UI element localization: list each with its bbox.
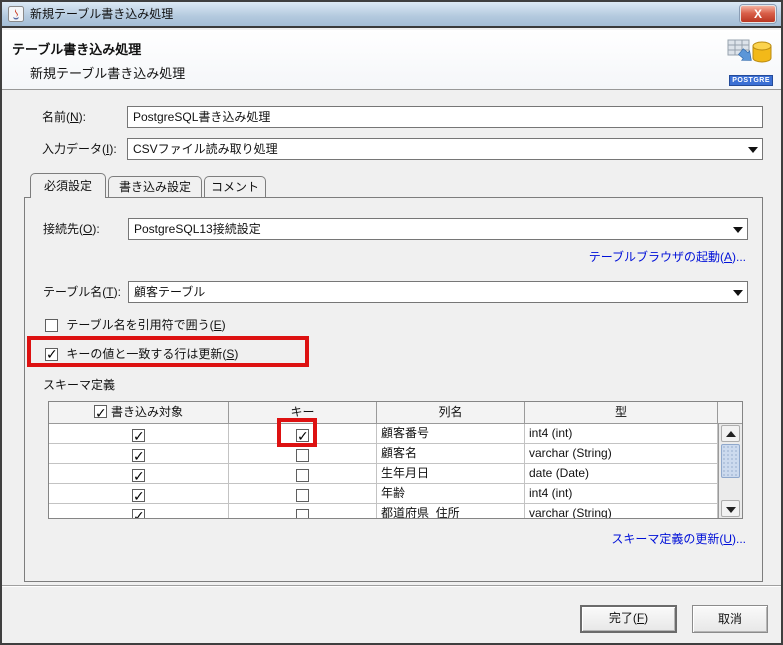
java-app-icon xyxy=(8,6,24,22)
header-banner: テーブル書き込み処理 新規テーブル書き込み処理 POSTGRE xyxy=(2,30,781,90)
key-update-label: キーの値と一致する行は更新(S) xyxy=(66,347,238,361)
column-name-cell[interactable]: 都道府県_住所 xyxy=(377,504,525,519)
tab-required-settings[interactable]: 必須設定 xyxy=(30,173,106,198)
write-checkbox[interactable] xyxy=(132,429,145,442)
cancel-button[interactable]: 取消 xyxy=(692,605,768,633)
name-label: 名前(N): xyxy=(42,106,86,128)
key-checkbox-cell[interactable] xyxy=(229,484,377,503)
table-row[interactable]: 顧客番号int4 (int) xyxy=(49,424,718,444)
scroll-down-arrow-icon xyxy=(726,507,736,513)
write-checkbox[interactable] xyxy=(132,509,145,519)
type-header[interactable]: 型 xyxy=(525,402,718,423)
dropdown-arrow-icon[interactable] xyxy=(748,147,758,153)
column-name-header[interactable]: 列名 xyxy=(377,402,525,423)
window-title: 新規テーブル書き込み処理 xyxy=(30,2,173,26)
table-row[interactable]: 都道府県_住所varchar (String) xyxy=(49,504,718,519)
scrollbar-thumb[interactable] xyxy=(721,444,740,478)
schema-table-body: 顧客番号int4 (int)顧客名varchar (String)生年月日dat… xyxy=(49,424,742,519)
table-row[interactable]: 年齢int4 (int) xyxy=(49,484,718,504)
key-update-checkbox[interactable] xyxy=(45,348,58,361)
key-header[interactable]: キー xyxy=(229,402,377,423)
postgre-logo-label: POSTGRE xyxy=(729,75,773,86)
write-checkbox-cell[interactable] xyxy=(49,504,229,519)
key-checkbox[interactable] xyxy=(296,429,309,442)
table-row[interactable]: 生年月日date (Date) xyxy=(49,464,718,484)
column-name-cell[interactable]: 年齢 xyxy=(377,484,525,503)
dialog-window: 新規テーブル書き込み処理 X テーブル書き込み処理 新規テーブル書き込み処理 P… xyxy=(0,0,783,645)
name-input[interactable]: PostgreSQL書き込み処理 xyxy=(127,106,763,128)
scroll-up-arrow-icon xyxy=(726,431,736,437)
close-button[interactable]: X xyxy=(740,5,776,23)
quote-table-name-checkbox[interactable] xyxy=(45,319,58,332)
dropdown-arrow-icon[interactable] xyxy=(733,290,743,296)
tab-comment[interactable]: コメント xyxy=(204,176,266,198)
dropdown-arrow-icon[interactable] xyxy=(733,227,743,233)
input-data-combobox[interactable]: CSVファイル読み取り処理 xyxy=(127,138,763,160)
key-checkbox[interactable] xyxy=(296,489,309,502)
write-all-checkbox[interactable] xyxy=(94,405,107,418)
tab-write-settings[interactable]: 書き込み設定 xyxy=(108,176,202,198)
key-checkbox[interactable] xyxy=(296,469,309,482)
column-name-cell[interactable]: 生年月日 xyxy=(377,464,525,483)
connection-label: 接続先(O): xyxy=(43,218,100,240)
column-name-cell[interactable]: 顧客名 xyxy=(377,444,525,463)
write-checkbox-cell[interactable] xyxy=(49,484,229,503)
column-type-cell[interactable]: int4 (int) xyxy=(525,484,718,503)
close-icon: X xyxy=(754,7,762,21)
key-checkbox-cell[interactable] xyxy=(229,424,377,443)
scroll-down-button[interactable] xyxy=(721,500,740,517)
vertical-scrollbar[interactable] xyxy=(718,424,742,518)
titlebar[interactable]: 新規テーブル書き込み処理 X xyxy=(2,2,781,28)
column-type-cell[interactable]: varchar (String) xyxy=(525,504,718,519)
footer-separator xyxy=(2,585,783,587)
finish-button[interactable]: 完了(F) xyxy=(580,605,677,633)
column-type-cell[interactable]: varchar (String) xyxy=(525,444,718,463)
key-checkbox-cell[interactable] xyxy=(229,444,377,463)
key-checkbox[interactable] xyxy=(296,449,309,462)
schema-table: 書き込み対象 キー 列名 型 顧客番号int4 (int)顧客名varchar … xyxy=(48,401,743,519)
quote-table-name-row: テーブル名を引用符で囲う(E) xyxy=(45,316,226,333)
key-checkbox[interactable] xyxy=(296,509,309,519)
write-checkbox[interactable] xyxy=(132,489,145,502)
table-row[interactable]: 顧客名varchar (String) xyxy=(49,444,718,464)
write-checkbox[interactable] xyxy=(132,449,145,462)
key-update-row: キーの値と一致する行は更新(S) xyxy=(45,345,238,362)
header-filler xyxy=(718,402,742,423)
schema-table-header: 書き込み対象 キー 列名 型 xyxy=(49,402,742,424)
page-subtitle: 新規テーブル書き込み処理 xyxy=(30,63,185,82)
required-settings-panel: 接続先(O): PostgreSQL13接続設定 テーブルブラウザの起動(A).… xyxy=(24,197,763,582)
write-target-header[interactable]: 書き込み対象 xyxy=(49,402,229,423)
column-name-cell[interactable]: 顧客番号 xyxy=(377,424,525,443)
write-checkbox-cell[interactable] xyxy=(49,444,229,463)
table-browser-link[interactable]: テーブルブラウザの起動(A)... xyxy=(589,248,746,265)
column-type-cell[interactable]: int4 (int) xyxy=(525,424,718,443)
column-type-cell[interactable]: date (Date) xyxy=(525,464,718,483)
write-checkbox-cell[interactable] xyxy=(49,424,229,443)
scroll-up-button[interactable] xyxy=(721,425,740,442)
write-checkbox-cell[interactable] xyxy=(49,464,229,483)
schema-update-link[interactable]: スキーマ定義の更新(U)... xyxy=(611,530,746,547)
table-name-label: テーブル名(T): xyxy=(43,281,121,303)
key-checkbox-cell[interactable] xyxy=(229,504,377,519)
input-data-label: 入力データ(I): xyxy=(42,138,117,160)
connection-combobox[interactable]: PostgreSQL13接続設定 xyxy=(128,218,748,240)
schema-section-label: スキーマ定義 xyxy=(43,374,115,396)
page-title: テーブル書き込み処理 xyxy=(12,39,141,58)
write-checkbox[interactable] xyxy=(132,469,145,482)
postgre-db-icon: POSTGRE xyxy=(725,34,773,88)
key-checkbox-cell[interactable] xyxy=(229,464,377,483)
table-name-combobox[interactable]: 顧客テーブル xyxy=(128,281,748,303)
quote-table-name-label: テーブル名を引用符で囲う(E) xyxy=(66,318,225,332)
